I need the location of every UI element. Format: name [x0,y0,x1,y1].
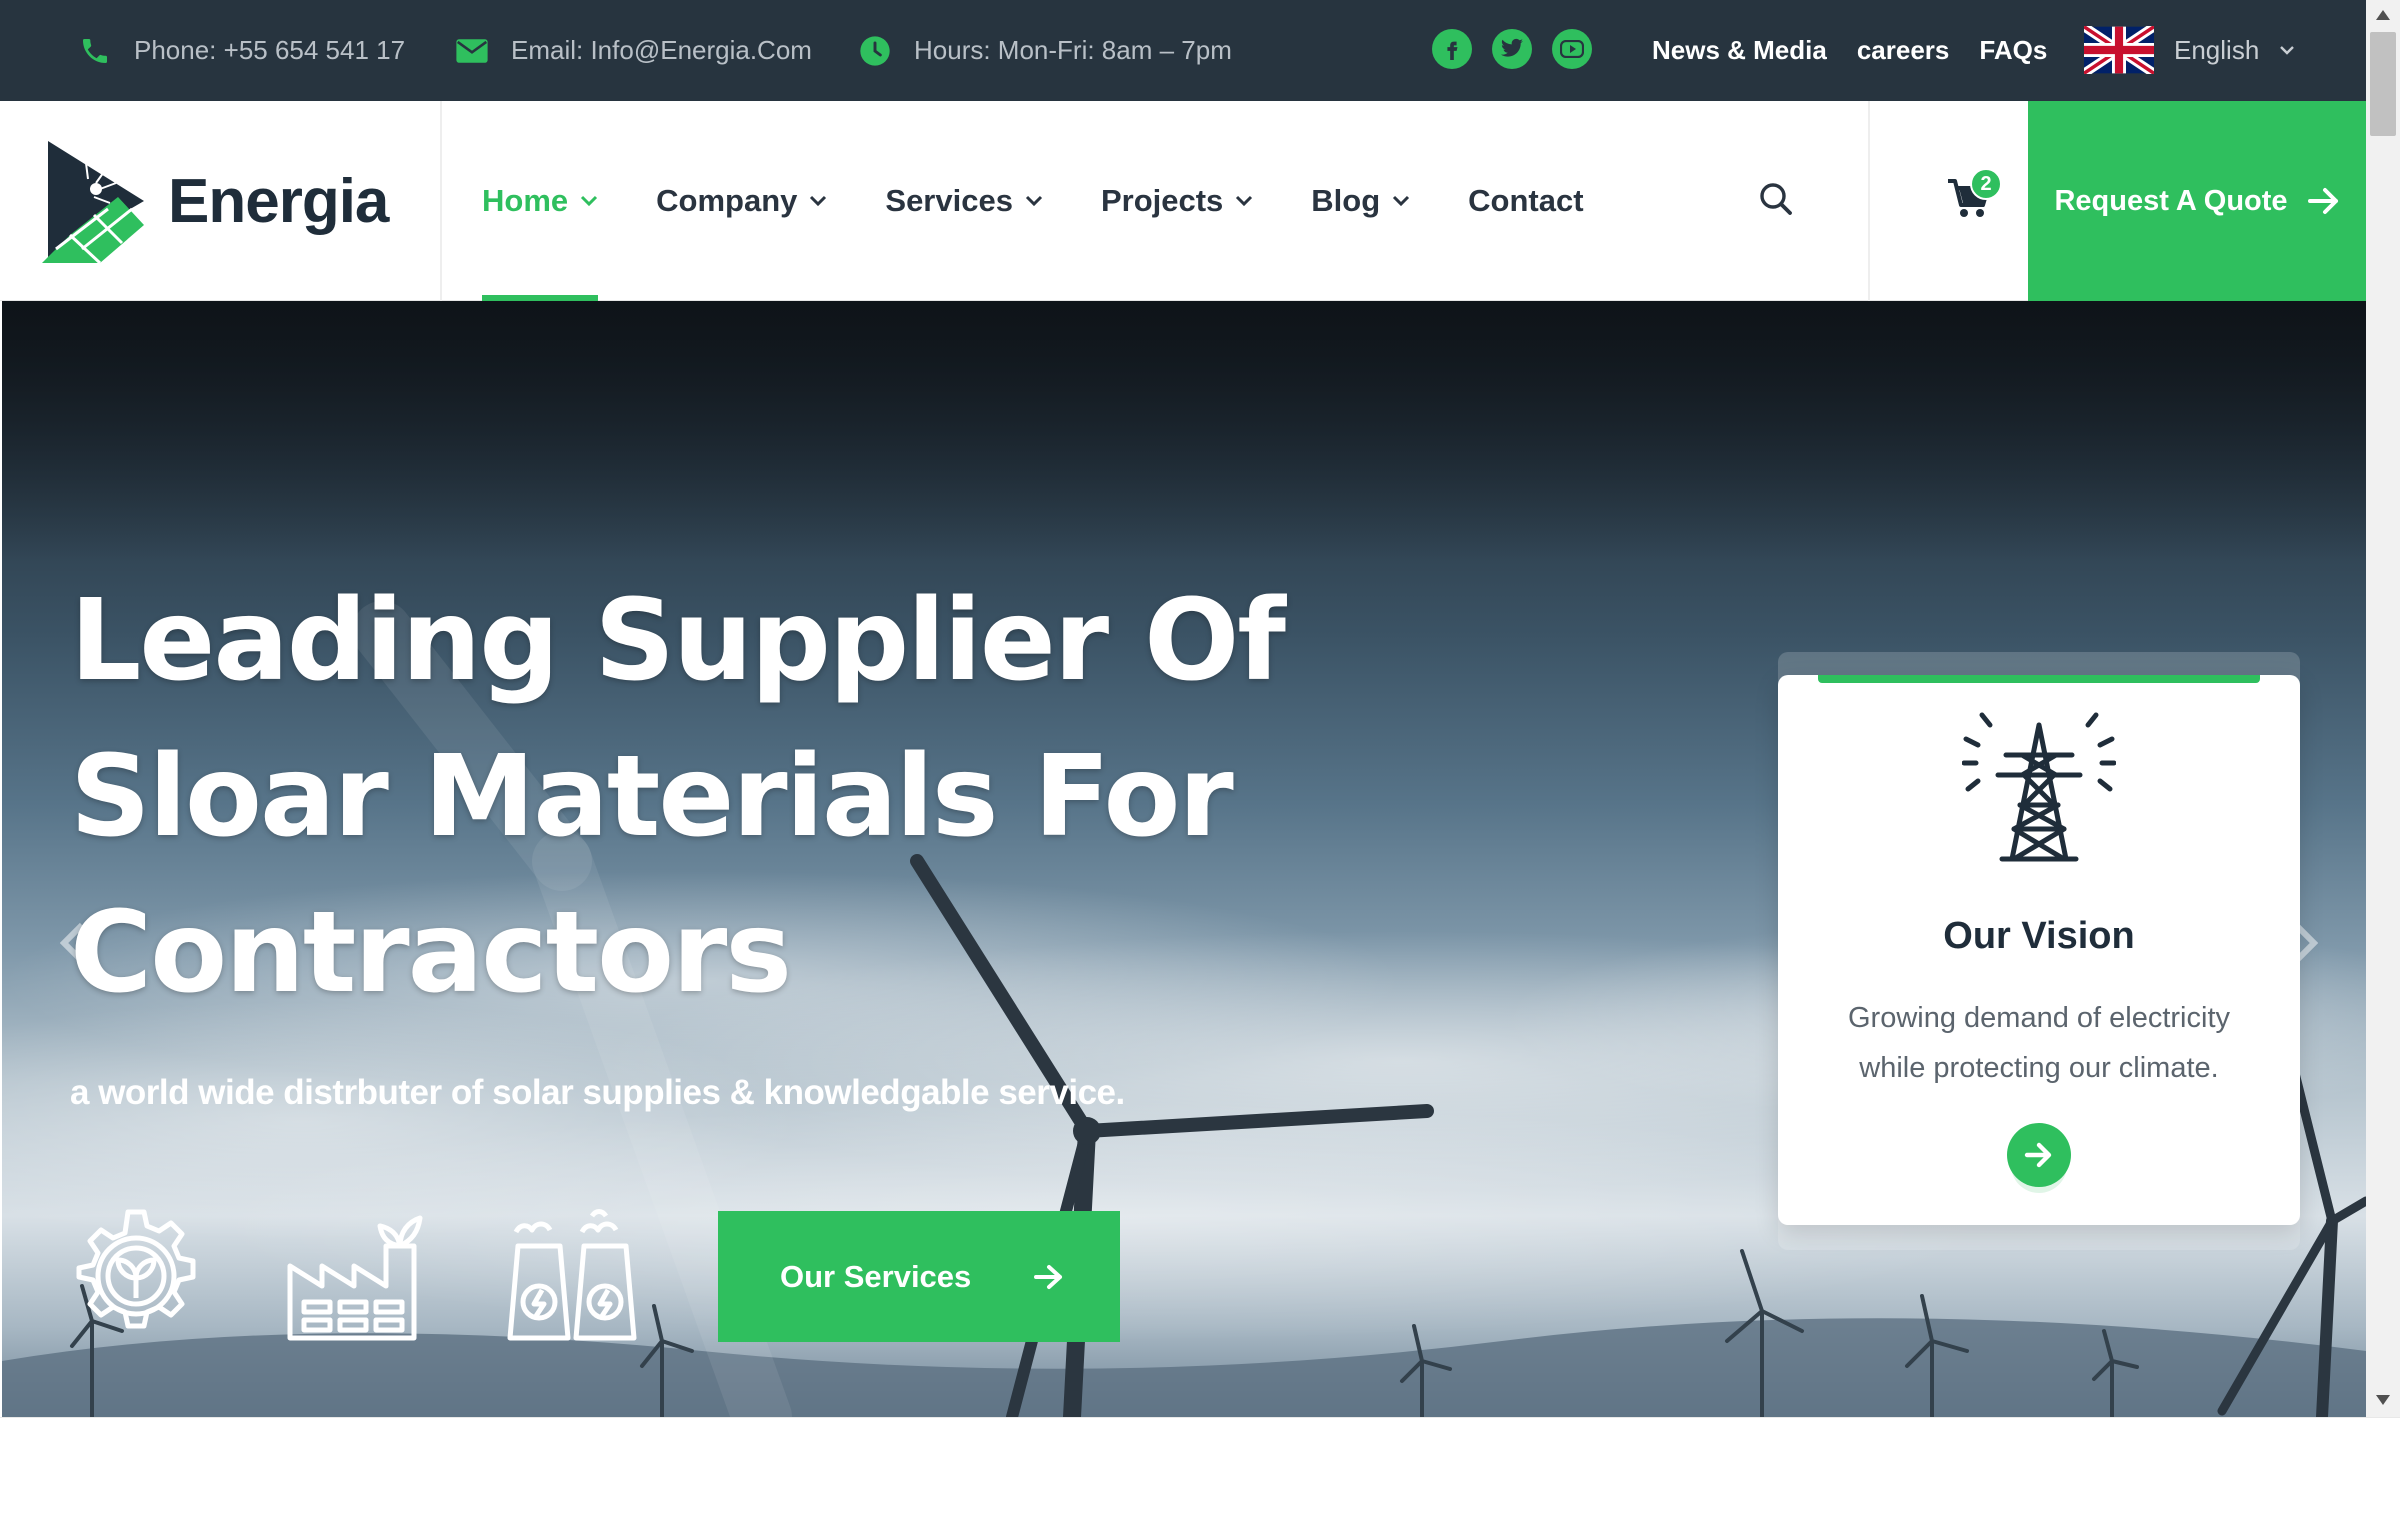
page-below-fold [0,1417,2400,1526]
email-text: Email: Info@Energia.Com [511,35,812,65]
card-text-line: Growing demand of electricity [1848,1002,2230,1034]
nav-item-contact[interactable]: Contact [1468,101,1583,301]
hero-title: Leading Supplier Of Sloar Materials For … [70,563,1370,1031]
card-arrow-button[interactable] [2007,1123,2071,1187]
scrollbar-thumb[interactable] [2370,32,2396,136]
top-bar: Phone: +55 654 541 17 Email: Info@Energi… [0,0,2366,101]
brand-name: Energia [168,166,389,236]
power-plant-icon [507,1209,637,1341]
search-icon[interactable] [1756,179,1796,219]
chevron-down-icon [581,195,598,207]
chevron-down-icon [2280,46,2295,55]
language-selector[interactable]: English [2084,26,2295,74]
nav-label: Services [885,183,1013,218]
header-divider [440,101,442,301]
twitter-icon[interactable] [1492,29,1532,69]
arrow-right-icon [2307,188,2338,214]
uk-flag-icon [2084,26,2154,74]
top-links: News & Media careers FAQs [1652,0,2047,101]
contact-email[interactable]: Email: Info@Energia.Com [455,0,812,101]
nav-item-services[interactable]: Services [885,101,1043,301]
contact-phone[interactable]: Phone: +55 654 541 17 [78,0,405,101]
card-accent-bar [1818,675,2260,683]
faqs-link[interactable]: FAQs [1979,35,2047,66]
nav-label: Projects [1100,183,1224,218]
our-services-button[interactable]: Our Services [718,1211,1120,1342]
envelope-icon [455,34,489,68]
hours-text: Hours: Mon-Fri: 8am – 7pm [914,35,1232,65]
facebook-icon[interactable] [1432,29,1472,69]
card-text: Growing demand of electricity while prot… [1818,993,2260,1093]
nav-item-company[interactable]: Company [656,101,827,301]
news-media-link[interactable]: News & Media [1652,35,1827,66]
card-text-line: while protecting our climate. [1859,1052,2219,1084]
hero-subtitle: a world wide distrbuter of solar supplie… [70,1073,1125,1112]
careers-link[interactable]: careers [1857,35,1950,66]
hero-title-line: Leading Supplier Of [70,576,1286,706]
youtube-icon[interactable] [1552,29,1592,69]
main-nav: Home Company Services Projects Blog Cont… [482,101,1584,301]
brand-logo[interactable]: Energia [40,139,389,263]
social-links [1432,29,1592,69]
hero-title-line: Contractors [70,888,792,1018]
chevron-down-icon [1393,195,1410,207]
clock-icon [858,34,892,68]
nav-label: Home [482,183,569,218]
cart-count-badge: 2 [1970,168,2002,200]
header-divider [1868,101,1870,301]
eco-gear-icon [76,1209,196,1329]
chevron-down-icon [810,195,827,207]
language-label: English [2174,34,2260,65]
main-header: Energia Home Company Services Projects B… [0,101,2366,301]
nav-item-projects[interactable]: Projects [1101,101,1253,301]
card-title: Our Vision [1943,915,2135,957]
nav-label: Contact [1468,183,1584,218]
business-hours: Hours: Mon-Fri: 8am – 7pm [858,0,1232,101]
nav-label: Blog [1311,183,1381,218]
solar-panel-logo-icon [42,141,144,263]
nav-label: Company [656,183,798,218]
scroll-down-arrow-icon[interactable] [2374,1393,2392,1407]
nav-item-blog[interactable]: Blog [1311,101,1410,301]
scroll-up-arrow-icon[interactable] [2374,8,2392,22]
eco-factory-icon [287,1215,423,1341]
nav-item-home[interactable]: Home [482,101,599,301]
vision-card: Our Vision Growing demand of electricity… [1778,675,2300,1225]
hero-title-line: Sloar Materials For [70,732,1234,862]
quote-label: Request A Quote [2054,184,2288,217]
arrow-right-icon [2024,1142,2052,1168]
arrow-right-icon [1034,1264,1062,1289]
phone-icon [78,34,112,68]
phone-text: Phone: +55 654 541 17 [134,35,406,65]
transmission-tower-icon [1962,712,2116,862]
chevron-down-icon [1236,195,1253,207]
services-button-label: Our Services [780,1258,972,1294]
request-quote-button[interactable]: Request A Quote [2028,101,2366,301]
chevron-down-icon [1025,195,1043,207]
page-scrollbar[interactable] [2366,0,2400,1417]
